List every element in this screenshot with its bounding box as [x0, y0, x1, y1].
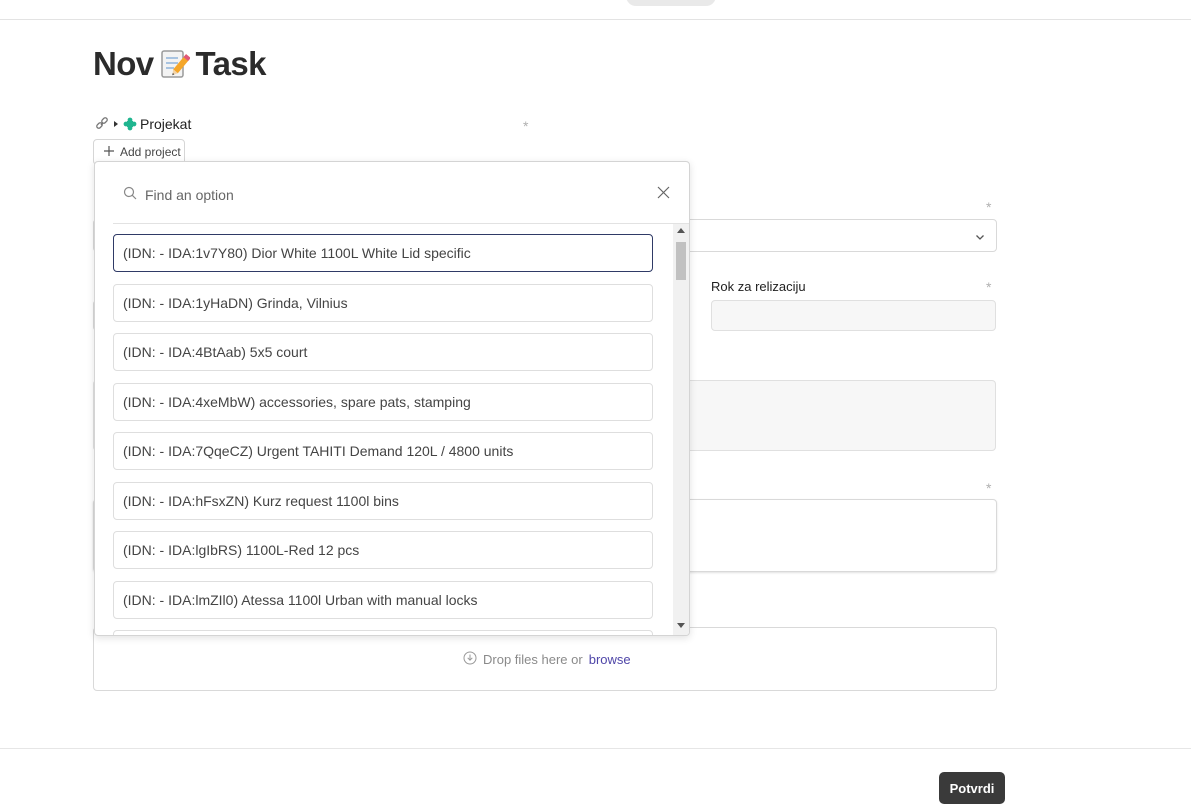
search-icon	[123, 186, 137, 205]
dropzone-text-row: Drop files here or browse	[463, 651, 631, 668]
option-item[interactable]: (IDN: - IDA:1v7Y80) Dior White 1100L Whi…	[113, 234, 653, 272]
textarea-required-mark: *	[986, 480, 992, 496]
download-circle-icon	[463, 651, 477, 668]
plus-icon	[103, 145, 115, 160]
add-project-label: Add project	[120, 145, 181, 159]
option-item[interactable]: (IDN: - IDA:lgIbRS) 1100L-Red 12 pcs	[113, 531, 653, 569]
deadline-required-mark: *	[986, 279, 992, 295]
title-text-part2: Task	[195, 45, 267, 82]
footer-divider	[0, 748, 1191, 749]
chevron-down-icon[interactable]	[975, 229, 985, 247]
option-list-scrollbar[interactable]	[673, 224, 689, 635]
caret-right-icon[interactable]	[114, 121, 118, 127]
option-dropdown: (IDN: - IDA:1v7Y80) Dior White 1100L Whi…	[94, 161, 690, 636]
scroll-up-arrow-icon[interactable]	[677, 228, 685, 233]
option-item[interactable]: (IDN: - IDA:4BtAab) 5x5 court	[113, 333, 653, 371]
scrollbar-thumb[interactable]	[676, 242, 686, 280]
browse-link[interactable]: browse	[589, 652, 631, 667]
project-field-label: Projekat	[140, 116, 192, 132]
link-icon	[95, 117, 109, 131]
option-item[interactable]: (IDN: - IDA:hFsxZN) Kurz request 1100l b…	[113, 482, 653, 520]
option-item[interactable]: (IDN: - IDA:1yHaDN) Grinda, Vilnius	[113, 284, 653, 322]
option-item[interactable]: (IDN: - IDA:7QqeCZ) Urgent TAHITI Demand…	[113, 432, 653, 470]
option-item[interactable]	[113, 630, 653, 635]
confirm-button[interactable]: Potvrdi	[939, 772, 1005, 804]
select-required-mark: *	[986, 199, 992, 215]
top-bar	[0, 0, 1191, 20]
title-text-part1: Nov	[93, 45, 154, 82]
option-item[interactable]: (IDN: - IDA:4xeMbW) accessories, spare p…	[113, 383, 653, 421]
dropzone-text: Drop files here or	[483, 652, 583, 667]
puzzle-icon	[123, 117, 137, 131]
project-required-mark: *	[523, 118, 529, 134]
option-search-input[interactable]	[143, 183, 617, 207]
option-list: (IDN: - IDA:1v7Y80) Dior White 1100L Whi…	[113, 224, 677, 635]
top-bar-pill[interactable]	[626, 0, 716, 6]
memo-icon	[160, 48, 191, 80]
deadline-input[interactable]	[711, 300, 996, 331]
dropdown-search-row	[95, 162, 689, 222]
project-field-label-row: Projekat	[95, 116, 191, 132]
page-title: Nov Task	[93, 45, 267, 83]
close-icon[interactable]	[657, 186, 670, 204]
option-item[interactable]: (IDN: - IDA:lmZIl0) Atessa 1100l Urban w…	[113, 581, 653, 619]
scroll-down-arrow-icon[interactable]	[677, 623, 685, 628]
deadline-field-label: Rok za relizaciju	[711, 279, 806, 294]
